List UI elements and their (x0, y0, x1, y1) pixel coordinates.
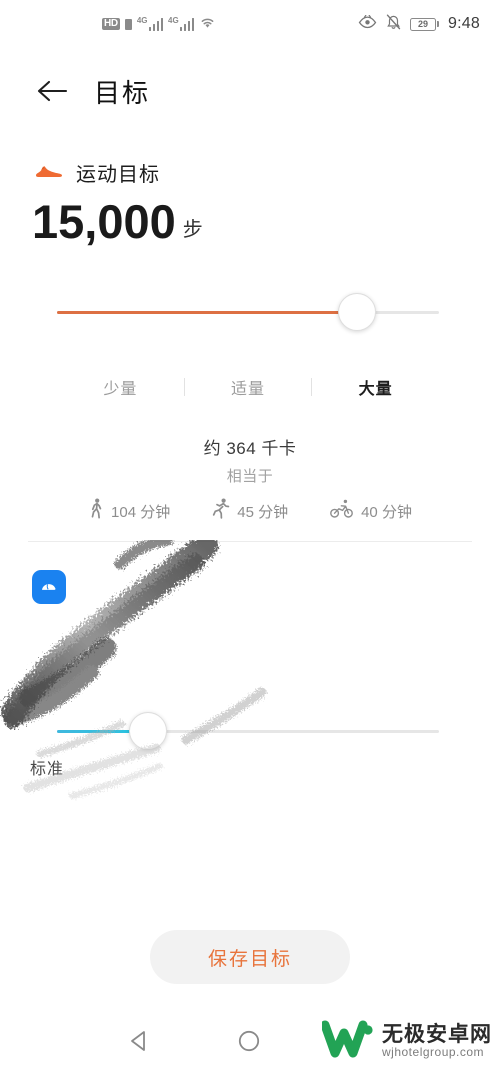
nav-home-circle-icon (238, 1030, 260, 1052)
equivalent-running-text: 45 分钟 (237, 503, 289, 521)
w-logo-icon (320, 1019, 374, 1064)
slider-thumb[interactable] (338, 293, 376, 331)
status-bar-left: HD 4G 4G (14, 15, 216, 34)
status-bar-right: 29 9:48 (358, 14, 486, 35)
exercise-goal-label: 运动目标 (76, 164, 160, 186)
signal-network-label: 4G (136, 15, 148, 25)
segment-moderate[interactable]: 适量 (185, 375, 312, 399)
sleep-icon (32, 570, 66, 604)
running-shoe-icon (34, 159, 64, 186)
exercise-goal-value-row: 15,000 步 (32, 197, 203, 247)
signal-bars (148, 17, 164, 31)
watermark-title: 无极安卓网 (382, 1023, 492, 1047)
walking-icon (88, 498, 104, 524)
page-header: 目标 (0, 60, 500, 122)
watermark-text: 无极安卓网 wjhotelgroup.com (382, 1024, 492, 1059)
battery-icon: 29 (410, 17, 440, 31)
mute-icon (386, 14, 401, 35)
exercise-goal-slider[interactable] (57, 293, 439, 333)
phone-screen: HD 4G 4G 29 9:48 目标 运动目标 15,000 步 少量 适量 … (0, 0, 500, 1070)
signal-network-label: 4G (168, 15, 179, 25)
equivalent-cycling: 40 分钟 (330, 499, 412, 523)
save-goal-button[interactable]: 保存目标 (150, 930, 350, 984)
back-button[interactable] (30, 69, 74, 113)
status-clock: 9:48 (448, 15, 480, 32)
cycling-icon (330, 499, 354, 523)
watermark-url: wjhotelgroup.com (382, 1045, 485, 1060)
running-icon (212, 498, 230, 524)
equivalent-walking-text: 104 分钟 (111, 503, 171, 521)
exercise-intensity-segments: 少量 适量 大量 (57, 375, 439, 399)
nav-home-button[interactable] (236, 1028, 262, 1054)
calories-main-text: 约 364 千卡 (203, 439, 297, 458)
battery-level: 29 (410, 17, 437, 31)
section-divider (28, 541, 472, 542)
calories-sub-text: 相当于 (226, 468, 274, 485)
nav-back-button[interactable] (126, 1028, 152, 1054)
sleep-goal-slider[interactable] (57, 712, 439, 752)
hd-icon: HD (102, 18, 120, 30)
equivalent-cycling-text: 40 分钟 (361, 503, 412, 521)
sleep-segment-standard[interactable]: 标准 (30, 755, 64, 779)
battery-tip (437, 21, 440, 27)
nav-back-triangle-icon (131, 1031, 145, 1051)
segment-low[interactable]: 少量 (57, 375, 184, 399)
slider-thumb[interactable] (129, 712, 167, 750)
signal-icon: 4G (136, 15, 164, 31)
page-title: 目标 (94, 77, 151, 108)
status-bar: HD 4G 4G 29 9:48 (0, 0, 500, 48)
exercise-goal-value: 15,000 (32, 195, 176, 248)
segment-high[interactable]: 大量 (312, 375, 439, 399)
signal-icon: 4G (168, 15, 195, 31)
sleep-goal-header (32, 570, 78, 604)
sleep-segment-row: 标准 (30, 755, 450, 779)
sim-icon (124, 18, 132, 30)
slider-fill (57, 311, 355, 314)
back-arrow-icon (37, 80, 68, 102)
eye-icon (358, 14, 377, 34)
equivalent-running: 45 分钟 (212, 498, 288, 524)
watermark: 无极安卓网 wjhotelgroup.com (320, 1019, 492, 1064)
sleep-goal-value-row (32, 612, 39, 617)
signal-bars (179, 17, 195, 31)
exercise-goal-header: 运动目标 (34, 158, 160, 187)
equivalent-activities-row: 104 分钟 45 分钟 40 分钟 (0, 498, 500, 524)
exercise-goal-unit: 步 (182, 219, 203, 241)
wifi-icon (199, 15, 216, 34)
equivalent-walking: 104 分钟 (88, 498, 170, 524)
